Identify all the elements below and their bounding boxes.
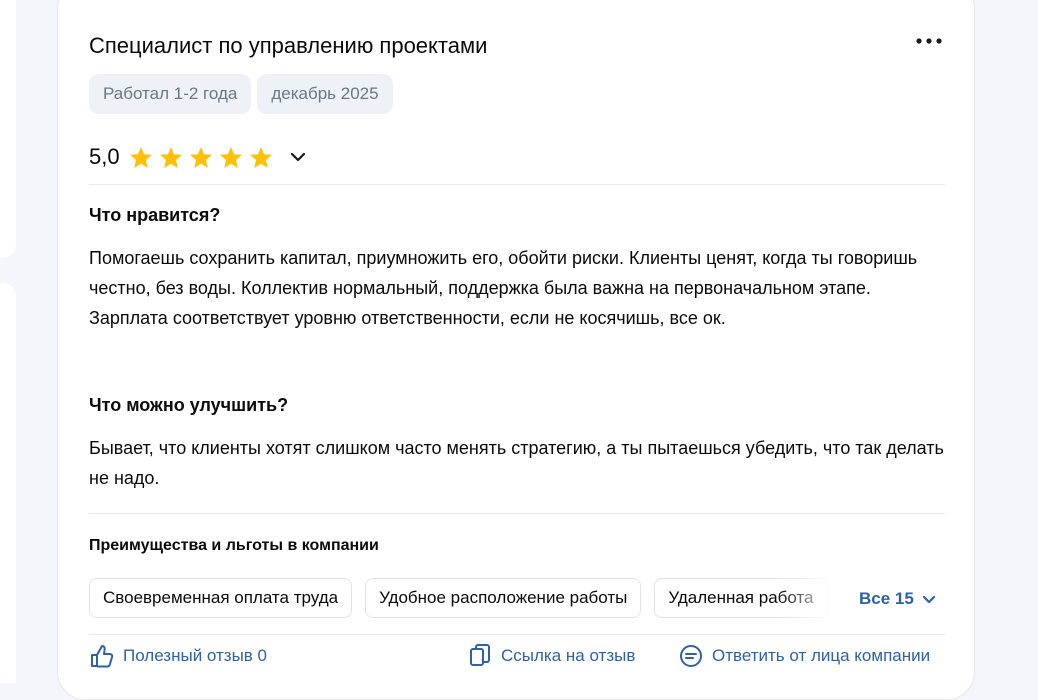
rating: 5,0: [89, 141, 306, 173]
star-icon: [159, 146, 183, 169]
review-tags: Работал 1-2 года декабрь 2025: [89, 74, 393, 114]
likes-heading: Что нравится?: [89, 205, 221, 225]
review-card: Специалист по управлению проектами Работ…: [57, 0, 975, 700]
benefit-chip: Удобное расположение работы: [365, 578, 642, 618]
tag-experience: Работал 1-2 года: [89, 74, 252, 114]
divider: [89, 184, 945, 185]
adjacent-card-edge-bottom: [0, 283, 16, 683]
copy-link-label: Ссылка на отзыв: [501, 646, 636, 665]
chevron-down-icon: [922, 595, 935, 603]
star-icon: [249, 146, 273, 169]
star-icon: [219, 146, 243, 169]
reply-label: Ответить от лица компании: [712, 646, 931, 665]
show-all-benefits-button[interactable]: Все 15: [859, 587, 936, 611]
link-icon: [470, 644, 490, 666]
star-icon: [129, 146, 153, 169]
rating-stars: [129, 146, 273, 169]
copy-review-link-button[interactable]: Ссылка на отзыв: [467, 643, 635, 669]
useful-review-label: Полезный отзыв 0: [123, 646, 268, 665]
more-horizontal-icon: [916, 38, 942, 44]
useful-review-button[interactable]: Полезный отзыв 0: [89, 643, 267, 669]
thumbs-up-icon: [91, 645, 114, 668]
more-options-button[interactable]: [913, 29, 945, 53]
improve-heading: Что можно улучшить?: [89, 395, 289, 415]
reply-as-company-button[interactable]: Ответить от лица компании: [678, 643, 930, 669]
divider: [89, 634, 945, 635]
divider: [89, 513, 945, 514]
reply-icon: [680, 645, 702, 667]
benefits-heading: Преимущества и льготы в компании: [89, 537, 379, 554]
benefit-chip: Своевременная оплата труда: [89, 578, 353, 618]
adjacent-card-edge-top: [0, 0, 16, 258]
benefits-list: Своевременная оплата труда Удобное распо…: [89, 578, 859, 618]
benefits-fade: [778, 578, 858, 618]
likes-text: Помогаешь сохранить капитал, приумножить…: [89, 248, 918, 328]
star-icon: [189, 146, 213, 169]
review-actions: Полезный отзыв 0 Ссылка на отзыв Ответит…: [89, 643, 949, 673]
rating-value: 5,0: [89, 144, 120, 169]
chevron-down-icon: [290, 152, 305, 162]
review-title: Специалист по управлению проектами: [89, 33, 488, 58]
show-all-label: Все 15: [859, 589, 914, 608]
improve-text: Бывает, что клиенты хотят слишком часто …: [89, 438, 944, 488]
tag-date: декабрь 2025: [257, 74, 393, 114]
rating-details-toggle[interactable]: [290, 152, 306, 162]
